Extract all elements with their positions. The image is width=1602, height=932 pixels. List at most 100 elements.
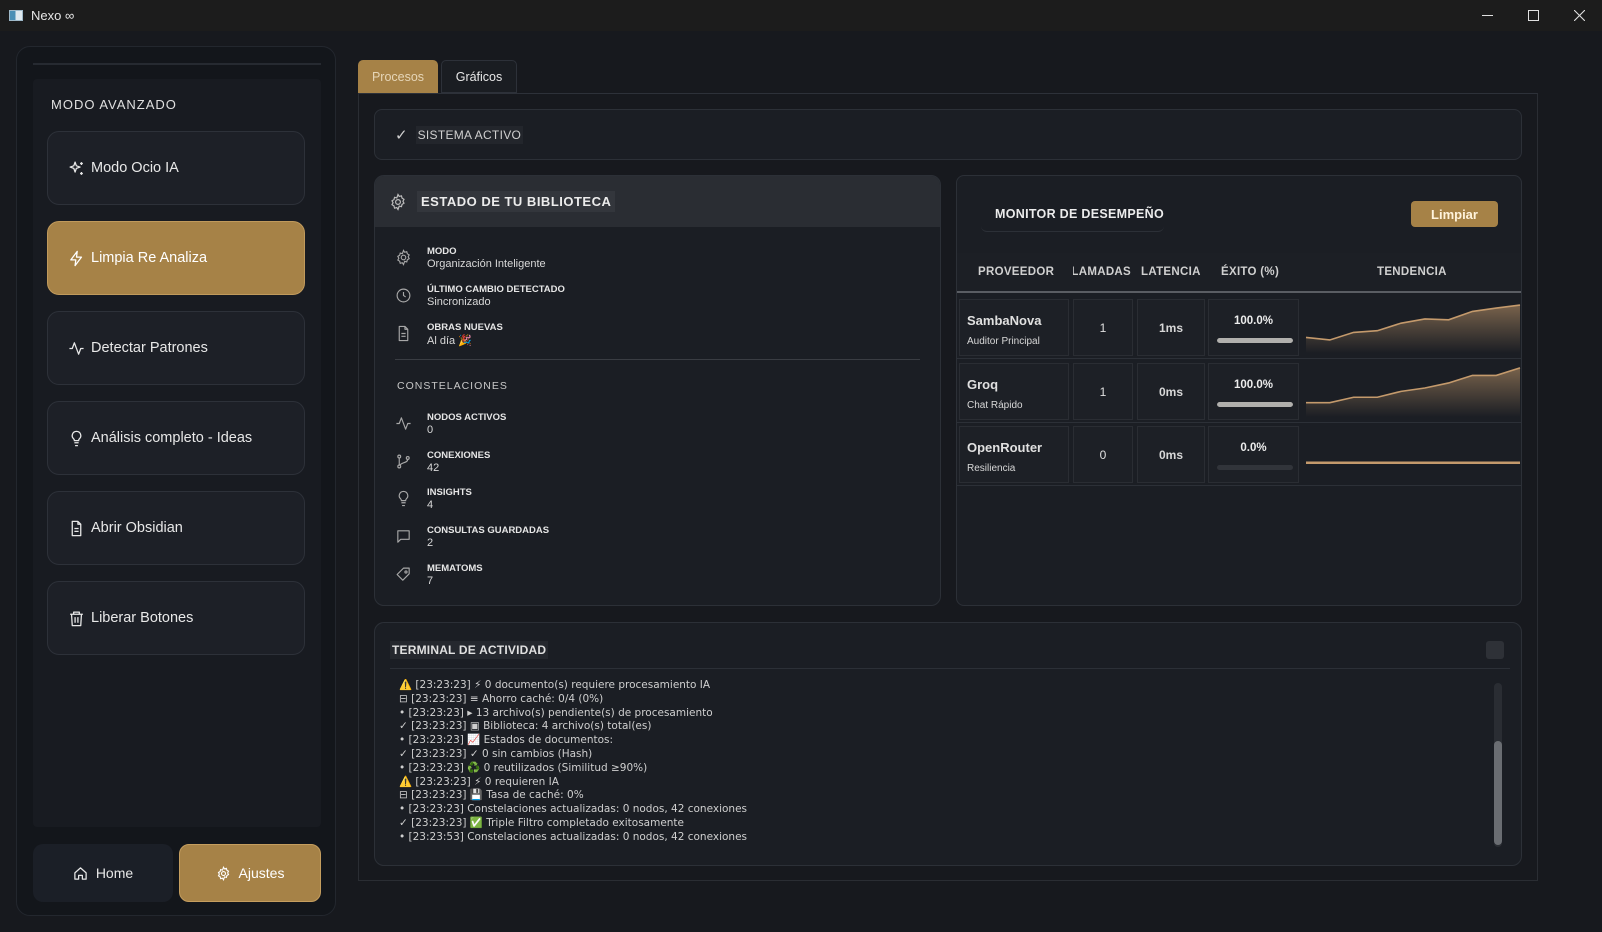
trend-sparkline: [1306, 461, 1520, 465]
latency-cell: 1ms: [1137, 299, 1205, 356]
provider-cell: Groq Chat Rápido: [959, 363, 1069, 420]
sidebar-item-label: Limpia Re Analiza: [91, 250, 208, 266]
limpiar-button[interactable]: Limpiar: [1411, 201, 1498, 227]
title-bar: Nexo ∞: [0, 0, 1602, 31]
gear-icon: [217, 865, 229, 881]
sidebar-item-label: Abrir Obsidian: [91, 520, 183, 536]
minimize-button[interactable]: [1464, 0, 1510, 31]
success-value: 100.0%: [1233, 315, 1273, 327]
app-icon: [9, 10, 23, 21]
log-line: ⚠️ [23:23:23] ⚡ 0 requieren IA: [399, 775, 559, 788]
calls-cell: 0: [1073, 426, 1133, 483]
provider-role: Chat Rápido: [967, 400, 1023, 411]
constellations-heading: CONSTELACIONES: [397, 380, 508, 392]
log-line: ✓ [23:23:23] ✓ 0 sin cambios (Hash): [399, 747, 593, 760]
library-divider: [395, 359, 920, 360]
latency-cell: 0ms: [1137, 363, 1205, 420]
header-tendencia: TENDENCIA: [1377, 266, 1447, 278]
clock-icon: [396, 288, 411, 303]
log-line: • [23:23:53] Constelaciones actualizadas…: [399, 830, 748, 843]
window-controls: [1464, 0, 1602, 31]
terminal-scrollbar[interactable]: [1494, 683, 1502, 847]
maximize-button[interactable]: [1510, 0, 1556, 31]
home-icon: [74, 866, 87, 880]
library-panel-header: ESTADO DE TU BIBLIOTECA: [375, 176, 940, 227]
log-line: ✓ [23:23:23] ▣ Biblioteca: 4 archivo(s) …: [399, 720, 652, 733]
provider-cell: SambaNova Auditor Principal: [959, 299, 1069, 356]
liberar-botones-button[interactable]: Liberar Botones: [47, 581, 305, 655]
tab-procesos[interactable]: Procesos: [358, 60, 438, 93]
table-row: Groq Chat Rápido 1 0ms 100.0%: [957, 360, 1521, 423]
analisis-completo-ideas-button[interactable]: Análisis completo - Ideas: [47, 401, 305, 475]
item-key: NODOS ACTIVOS: [427, 412, 507, 423]
limpia-re-analiza-button[interactable]: Limpia Re Analiza: [47, 221, 305, 295]
calls-cell: 1: [1073, 299, 1133, 356]
calls-value: 1: [1099, 385, 1107, 399]
terminal-divider: [390, 668, 1510, 669]
library-mode-item: MODO Organización Inteligente: [395, 246, 546, 270]
log-line: ⊟ [23:23:23] ≡ Ahorro caché: 0/4 (0%): [399, 692, 604, 705]
header-latencia: LATENCIA: [1141, 266, 1201, 278]
trend-area: [1306, 305, 1520, 353]
success-bar-fill: [1217, 402, 1293, 407]
latency-value: 0ms: [1158, 448, 1184, 462]
window-title: Nexo ∞: [31, 8, 75, 23]
terminal-toggle-button[interactable]: [1486, 641, 1504, 659]
log-line: • [23:23:23] ▸ 13 archivo(s) pendiente(s…: [399, 706, 713, 719]
modo-ocio-ia-button[interactable]: Modo Ocio IA: [47, 131, 305, 205]
trend-cell: [1302, 426, 1521, 483]
terminal-scrollbar-thumb[interactable]: [1494, 741, 1502, 845]
ajustes-button[interactable]: Ajustes: [179, 844, 321, 902]
sidebar: MODO AVANZADO Modo Ocio IA Limpia Re Ana…: [16, 46, 336, 916]
provider-name: Groq: [967, 377, 999, 392]
provider-name: SambaNova: [967, 313, 1042, 328]
provider-role: Resiliencia: [967, 463, 1016, 474]
tag-icon: [396, 567, 410, 581]
detectar-patrones-button[interactable]: Detectar Patrones: [47, 311, 305, 385]
constellation-mematoms: MEMATOMS 7: [395, 563, 483, 587]
constellation-insights: INSIGHTS 4: [395, 487, 472, 511]
activity-icon: [69, 341, 84, 355]
home-button[interactable]: Home: [33, 844, 173, 902]
ajustes-label: Ajustes: [238, 865, 285, 881]
trend-sparkline: [1306, 367, 1521, 417]
success-bar: [1217, 465, 1293, 470]
item-key: CONEXIONES: [427, 450, 491, 461]
trash-icon: [70, 610, 83, 626]
latency-value: 1ms: [1158, 321, 1184, 335]
provider-name: OpenRouter: [967, 440, 1043, 455]
activity-icon: [396, 417, 411, 430]
abrir-obsidian-button[interactable]: Abrir Obsidian: [47, 491, 305, 565]
item-value: 42: [427, 462, 440, 474]
sidebar-divider: [33, 63, 321, 65]
constellation-connections: CONEXIONES 42: [395, 450, 490, 474]
log-line: ⚠️ [23:23:23] ⚡ 0 documento(s) requiere …: [399, 679, 711, 691]
sparkles-icon: [69, 160, 83, 175]
item-value: 4: [427, 499, 434, 511]
sidebar-item-label: Liberar Botones: [91, 610, 194, 626]
item-value: 2: [427, 537, 434, 549]
home-label: Home: [95, 865, 134, 881]
close-button[interactable]: [1556, 0, 1602, 31]
table-row: OpenRouter Resiliencia 0 0ms 0.0%: [957, 423, 1521, 486]
chat-icon: [397, 530, 410, 543]
item-value: 7: [427, 575, 434, 587]
item-key: INSIGHTS: [427, 487, 472, 498]
item-value: 0: [427, 424, 434, 436]
latency-value: 0ms: [1158, 385, 1184, 399]
library-new-works-item: OBRAS NUEVAS Al día 🎉: [395, 322, 503, 347]
item-key: MODO: [427, 246, 457, 257]
lightbulb-icon: [398, 490, 409, 507]
check-icon: ✓: [395, 126, 408, 144]
latency-cell: 0ms: [1137, 426, 1205, 483]
terminal-log: ⚠️ [23:23:23] ⚡ 0 documento(s) requiere …: [399, 679, 1479, 854]
log-line: • [23:23:23] 📈 Estados de documentos:: [399, 734, 614, 747]
log-line: ✓ [23:23:23] ✅ Triple Filtro completado …: [399, 816, 685, 829]
header-exito: ÉXITO (%): [1221, 266, 1280, 278]
system-status-bar: ✓ SISTEMA ACTIVO: [374, 109, 1522, 160]
calls-value: 1: [1099, 321, 1107, 335]
success-value: 100.0%: [1233, 379, 1273, 391]
constellation-active-nodes: NODOS ACTIVOS 0: [395, 412, 506, 436]
log-line: • [23:23:23] Constelaciones actualizadas…: [399, 803, 748, 816]
tab-graficos[interactable]: Gráficos: [441, 60, 517, 93]
